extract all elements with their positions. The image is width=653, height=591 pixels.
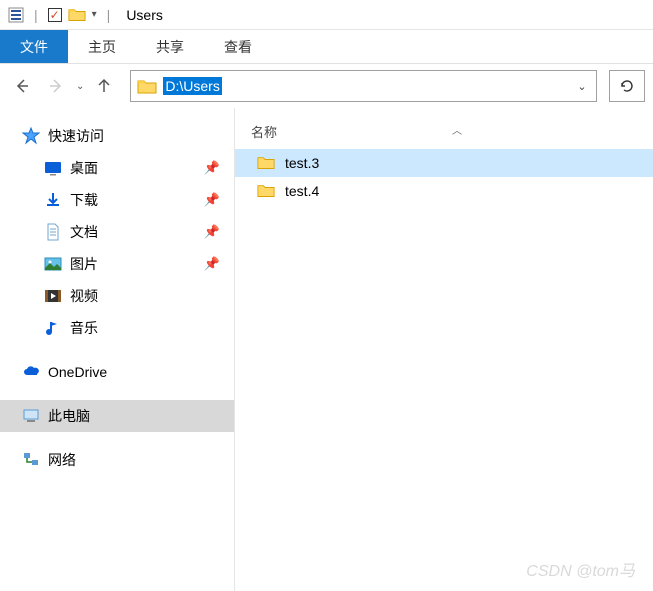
tab-home[interactable]: 主页 (68, 30, 136, 63)
sidebar-item-desktop[interactable]: 桌面 📌 (0, 152, 234, 184)
back-button[interactable] (8, 72, 36, 100)
sidebar-quick-access[interactable]: 快速访问 (0, 120, 234, 152)
tab-share[interactable]: 共享 (136, 30, 204, 63)
pin-icon: 📌 (204, 192, 220, 208)
address-dropdown-icon[interactable]: ⌄ (568, 80, 596, 93)
sidebar-item-label: 图片 (70, 254, 98, 274)
star-icon (22, 127, 40, 145)
pin-icon: 📌 (204, 224, 220, 240)
sidebar-item-documents[interactable]: 文档 📌 (0, 216, 234, 248)
file-list-pane: 名称 ︿ test.3 test.4 (235, 108, 653, 591)
address-bar[interactable]: D:\Users ⌄ (130, 70, 597, 102)
refresh-button[interactable] (609, 70, 645, 102)
onedrive-icon (22, 363, 40, 381)
folder-icon (257, 183, 275, 199)
network-icon (22, 451, 40, 469)
separator: | (34, 7, 38, 23)
videos-icon (44, 287, 62, 305)
file-row[interactable]: test.3 (235, 149, 653, 177)
sidebar-item-label: OneDrive (48, 364, 107, 380)
document-icon (44, 223, 62, 241)
recent-locations-dropdown[interactable]: ⌄ (76, 81, 84, 92)
sidebar-item-label: 下载 (70, 190, 98, 210)
sidebar-item-label: 桌面 (70, 158, 98, 178)
sidebar-this-pc[interactable]: 此电脑 (0, 400, 234, 432)
navigation-bar: ⌄ D:\Users ⌄ (0, 64, 653, 108)
file-name: test.4 (285, 183, 319, 199)
pin-icon: 📌 (204, 160, 220, 176)
file-row[interactable]: test.4 (235, 177, 653, 205)
sidebar-item-label: 快速访问 (48, 126, 104, 146)
tab-file[interactable]: 文件 (0, 30, 68, 63)
sidebar-item-label: 文档 (70, 222, 98, 242)
sidebar-item-pictures[interactable]: 图片 📌 (0, 248, 234, 280)
ribbon-tabs: 文件 主页 共享 查看 (0, 30, 653, 64)
qat-dropdown-icon[interactable]: ▾ (92, 9, 97, 20)
title-bar: | ✓ ▾ | Users (0, 0, 653, 30)
sidebar-item-downloads[interactable]: 下载 📌 (0, 184, 234, 216)
tab-view[interactable]: 查看 (204, 30, 272, 63)
window-title: Users (126, 7, 163, 23)
navigation-pane: 快速访问 桌面 📌 下载 📌 文档 📌 图片 📌 视频 音乐 (0, 108, 235, 591)
computer-icon (22, 407, 40, 425)
sidebar-item-label: 此电脑 (48, 406, 90, 426)
column-header-name[interactable]: 名称 (251, 122, 277, 141)
sort-indicator-icon[interactable]: ︿ (452, 122, 462, 141)
sidebar-item-label: 视频 (70, 286, 98, 306)
column-header-row[interactable]: 名称 ︿ (235, 118, 653, 149)
pin-icon: 📌 (204, 256, 220, 272)
sidebar-item-music[interactable]: 音乐 (0, 312, 234, 344)
separator: | (107, 7, 111, 23)
file-name: test.3 (285, 155, 319, 171)
sidebar-item-label: 网络 (48, 450, 76, 470)
sidebar-item-videos[interactable]: 视频 (0, 280, 234, 312)
desktop-icon (44, 159, 62, 177)
up-button[interactable] (90, 72, 118, 100)
folder-icon (137, 77, 157, 95)
properties-checkbox-icon[interactable]: ✓ (48, 8, 62, 22)
address-path[interactable]: D:\Users (163, 77, 221, 95)
sidebar-item-label: 音乐 (70, 318, 98, 338)
forward-button[interactable] (42, 72, 70, 100)
download-icon (44, 191, 62, 209)
system-menu-icon[interactable] (8, 7, 24, 23)
watermark: CSDN @tom马 (526, 557, 635, 581)
music-icon (44, 319, 62, 337)
folder-icon (68, 7, 86, 23)
pictures-icon (44, 255, 62, 273)
sidebar-onedrive[interactable]: OneDrive (0, 356, 234, 388)
folder-icon (257, 155, 275, 171)
sidebar-network[interactable]: 网络 (0, 444, 234, 476)
